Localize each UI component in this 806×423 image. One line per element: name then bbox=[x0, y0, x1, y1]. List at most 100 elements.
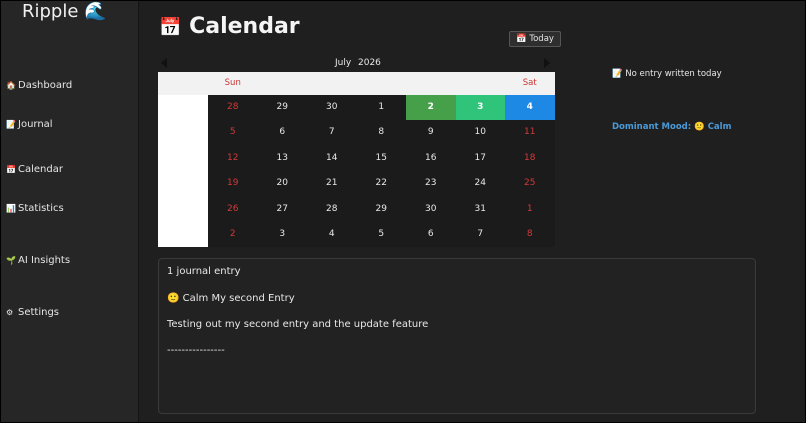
sidebar-item-label: Statistics bbox=[18, 203, 64, 214]
calendar-icon: 📅 bbox=[159, 17, 182, 38]
year-selector[interactable]: 2026 bbox=[358, 58, 381, 68]
calendar-day[interactable]: 7 bbox=[307, 120, 357, 146]
calendar-day[interactable]: 28 bbox=[208, 95, 258, 121]
calendar-icon: 📅 bbox=[516, 34, 527, 44]
sidebar-item-calendar[interactable]: 📅 Calendar bbox=[6, 164, 63, 175]
sidebar-item-label: Calendar bbox=[18, 164, 63, 175]
calendar-day[interactable]: 1 bbox=[505, 196, 555, 222]
sidebar-item-ai-insights[interactable]: 🌱 AI Insights bbox=[6, 255, 70, 266]
calendar-day[interactable]: 21 bbox=[307, 171, 357, 197]
calendar-day[interactable]: 30 bbox=[307, 95, 357, 121]
calendar-day[interactable]: 6 bbox=[257, 120, 307, 146]
calendar-day[interactable]: 11 bbox=[505, 120, 555, 146]
bar-chart-icon: 📊 bbox=[6, 204, 16, 213]
calendar-day[interactable]: 23 bbox=[406, 171, 456, 197]
calendar-day[interactable]: 27 bbox=[257, 196, 307, 222]
page-title-text: Calendar bbox=[189, 14, 300, 39]
sidebar-item-journal[interactable]: 📝 Journal bbox=[6, 119, 53, 130]
calendar-day[interactable]: 3 bbox=[455, 95, 505, 121]
calendar-day[interactable]: 16 bbox=[406, 145, 456, 172]
calendar-day[interactable]: 4 bbox=[307, 221, 357, 248]
calendar-day[interactable]: 2 bbox=[406, 95, 456, 121]
calendar-week-row: 2345678 bbox=[158, 221, 555, 248]
calendar-body: 28 29 30 1 2 3 4 5 6 7 8 9 10 11 12 13 14 15 16 17 18 19 20 21 2… bbox=[158, 95, 555, 248]
sidebar-item-label: Dashboard bbox=[18, 80, 73, 91]
sidebar-item-statistics[interactable]: 📊 Statistics bbox=[6, 203, 64, 214]
week-number-cell bbox=[158, 120, 208, 146]
calendar-week-row: 5 6 7 8 9 10 11 bbox=[158, 120, 555, 146]
no-entry-text: No entry written today bbox=[625, 69, 722, 79]
weekday-header-wed bbox=[357, 72, 407, 95]
calendar-day[interactable]: 19 bbox=[208, 171, 258, 197]
week-number-header bbox=[158, 72, 208, 95]
sidebar-item-settings[interactable]: ⚙ Settings bbox=[6, 307, 59, 318]
sidebar: Ripple 🌊 🏠 Dashboard 📝 Journal 📅 Calendar 📊… bbox=[1, 1, 139, 422]
sidebar-item-label: AI Insights bbox=[18, 255, 71, 266]
calendar-nav: July 2026 bbox=[158, 57, 555, 72]
calendar-day[interactable]: 5 bbox=[356, 221, 406, 248]
weekday-header-sat: Sat bbox=[522, 78, 537, 88]
sidebar-item-label: Settings bbox=[18, 307, 60, 318]
calendar-day[interactable]: 30 bbox=[406, 196, 456, 222]
calendar-day[interactable]: 3 bbox=[257, 221, 307, 248]
calendar-day[interactable]: 17 bbox=[455, 145, 505, 172]
calendar-day[interactable]: 7 bbox=[455, 221, 505, 248]
smile-icon: 🙂 bbox=[167, 293, 180, 304]
calendar-day[interactable]: 22 bbox=[356, 171, 406, 197]
page-title: 📅 Calendar bbox=[159, 14, 300, 39]
entries-panel[interactable]: 1 journal entry 🙂 Calm My second Entry T… bbox=[158, 258, 756, 414]
home-icon: 🏠 bbox=[6, 81, 16, 90]
seedling-icon: 🌱 bbox=[6, 256, 16, 265]
weekday-header-fri bbox=[456, 72, 506, 95]
entry-heading: 🙂 Calm My second Entry bbox=[167, 293, 295, 304]
calendar-day[interactable]: 6 bbox=[406, 221, 456, 248]
week-number-cell bbox=[158, 196, 208, 222]
today-button[interactable]: 📅 Today bbox=[509, 31, 561, 47]
entry-body: Testing out my second entry and the upda… bbox=[167, 319, 429, 330]
sidebar-item-dashboard[interactable]: 🏠 Dashboard bbox=[6, 80, 72, 91]
calendar-icon: 📅 bbox=[6, 165, 16, 174]
weekday-header-thu bbox=[406, 72, 456, 95]
no-entry-notice: 📝 No entry written today bbox=[612, 69, 722, 79]
calendar-day[interactable]: 1 bbox=[356, 95, 406, 121]
calendar-day[interactable]: 28 bbox=[307, 196, 357, 222]
app-title: Ripple 🌊 bbox=[22, 1, 107, 22]
calendar-day[interactable]: 8 bbox=[505, 221, 555, 248]
calendar-day[interactable]: 8 bbox=[356, 120, 406, 146]
month-selector[interactable]: July bbox=[335, 58, 351, 68]
prev-month-icon[interactable] bbox=[161, 58, 167, 68]
calendar-day[interactable]: 29 bbox=[257, 95, 307, 121]
next-month-icon[interactable] bbox=[544, 58, 550, 68]
calendar-widget: July 2026 Sun Sat 28 29 30 1 2 3 4 5 6 7 8 9 10 11 12 1… bbox=[158, 57, 555, 248]
weekday-header-row: Sun Sat bbox=[158, 72, 555, 95]
calendar-day[interactable]: 10 bbox=[455, 120, 505, 146]
calendar-day[interactable]: 9 bbox=[406, 120, 456, 146]
week-number-cell bbox=[158, 171, 208, 197]
today-label: Today bbox=[529, 34, 554, 44]
calendar-week-row: 19 20 21 22 23 24 25 bbox=[158, 171, 555, 197]
calendar-day[interactable]: 14 bbox=[307, 145, 357, 172]
calendar-grid: Sun Sat 28 29 30 1 2 3 4 5 6 7 8 9 10 11 12 13 14 15 16 17 1… bbox=[158, 72, 555, 248]
calendar-day[interactable]: 18 bbox=[505, 145, 555, 172]
calendar-day[interactable]: 24 bbox=[455, 171, 505, 197]
calendar-day[interactable]: 20 bbox=[257, 171, 307, 197]
calendar-day[interactable]: 4 bbox=[505, 95, 555, 121]
calendar-day[interactable]: 13 bbox=[257, 145, 307, 172]
app-name: Ripple bbox=[22, 1, 79, 22]
calendar-day[interactable]: 2 bbox=[208, 221, 258, 248]
calendar-week-row: 28 29 30 1 2 3 4 bbox=[158, 95, 555, 121]
week-number-cell bbox=[158, 221, 208, 248]
smile-icon: 🙂 bbox=[694, 122, 705, 132]
wave-icon: 🌊 bbox=[84, 1, 107, 22]
calendar-day[interactable]: 31 bbox=[455, 196, 505, 222]
calendar-day[interactable]: 29 bbox=[356, 196, 406, 222]
calendar-day[interactable]: 15 bbox=[356, 145, 406, 172]
calendar-day[interactable]: 12 bbox=[208, 145, 258, 172]
calendar-day[interactable]: 25 bbox=[505, 171, 555, 197]
memo-icon: 📝 bbox=[612, 69, 623, 79]
entry-heading-text: Calm My second Entry bbox=[182, 293, 295, 304]
calendar-day[interactable]: 5 bbox=[208, 120, 258, 146]
weekday-header-sun: Sun bbox=[224, 78, 241, 88]
calendar-day[interactable]: 26 bbox=[208, 196, 258, 222]
weekday-header-mon bbox=[258, 72, 308, 95]
